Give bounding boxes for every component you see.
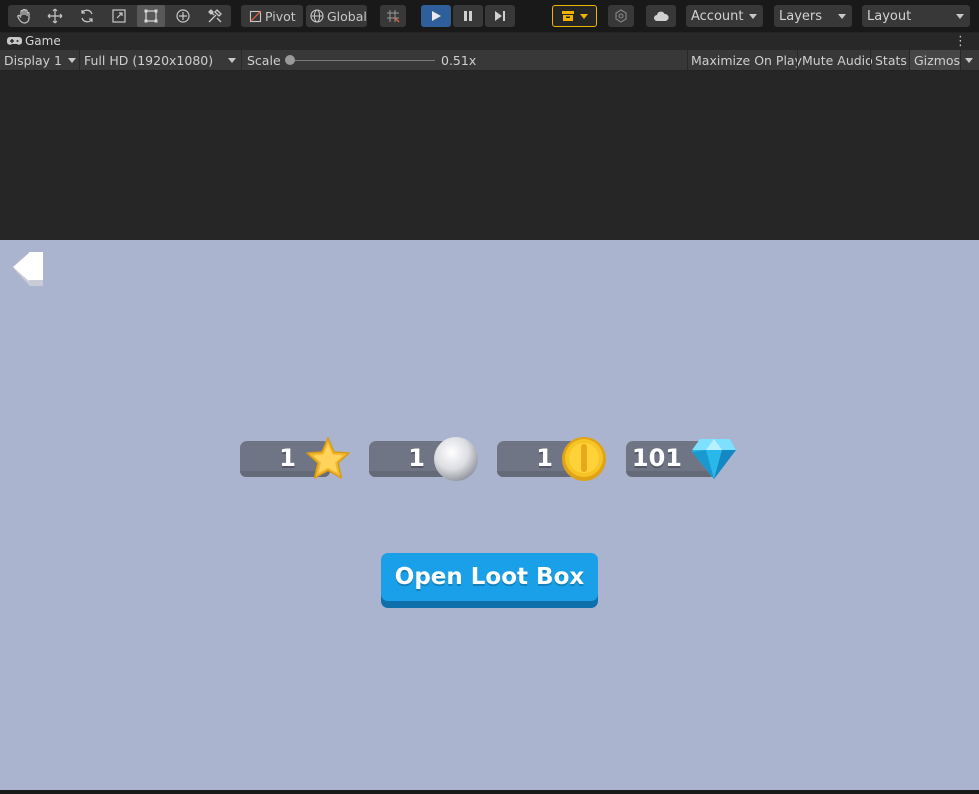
collab-caret-icon (580, 13, 588, 19)
maximize-on-play-toggle[interactable]: Maximize On Play (687, 50, 806, 70)
scale-label: Scale (247, 52, 281, 68)
back-button[interactable] (10, 248, 46, 290)
bottom-edge (0, 790, 979, 794)
play-button[interactable] (421, 5, 451, 27)
rect-tool-icon (144, 9, 158, 23)
play-icon (432, 11, 441, 21)
star-icon (306, 437, 350, 479)
gizmos-caret-icon[interactable] (965, 58, 973, 63)
services-button[interactable] (608, 5, 634, 27)
move-icon (47, 8, 63, 24)
layers-label: Layers (779, 8, 823, 24)
hand-tool-button[interactable] (10, 5, 38, 27)
rotate-icon (81, 9, 93, 23)
resolution-label: Full HD (1920x1080) (84, 52, 214, 68)
scale-slider-thumb[interactable] (285, 55, 295, 65)
display-caret-icon (68, 58, 76, 63)
step-icon (495, 11, 505, 21)
scale-icon (112, 9, 126, 23)
grid-snap-button[interactable] (380, 5, 406, 27)
game-view-controls: Display 1 Full HD (1920x1080) Scale 0.51… (0, 50, 979, 71)
account-dropdown[interactable]: Account (686, 5, 763, 27)
rect-tool-button[interactable] (137, 5, 165, 27)
global-toggle[interactable]: Global (306, 5, 367, 27)
account-caret-icon (749, 14, 757, 19)
gem-icon (692, 439, 736, 479)
transform-tool-button[interactable] (169, 5, 197, 27)
resolution-caret-icon (228, 58, 236, 63)
layout-caret-icon (956, 14, 964, 19)
layout-label: Layout (867, 8, 912, 24)
star-counter: 1 (240, 436, 352, 482)
open-loot-box-button[interactable]: Open Loot Box (381, 553, 598, 609)
collab-dropdown[interactable] (552, 5, 597, 27)
display-label: Display 1 (4, 52, 63, 68)
grid-snap-icon (387, 10, 400, 23)
pivot-icon (249, 10, 262, 23)
back-arrow-icon (13, 252, 43, 286)
layout-dropdown[interactable]: Layout (862, 5, 970, 27)
pause-icon (464, 11, 472, 21)
account-label: Account (691, 8, 744, 24)
stats-toggle[interactable]: Stats (871, 50, 911, 70)
cloud-icon (654, 11, 669, 21)
custom-tools-icon (208, 9, 222, 23)
step-button[interactable] (485, 5, 515, 27)
tab-menu-icon[interactable]: ⋮ (954, 34, 967, 49)
global-label: Global (327, 8, 367, 24)
tab-game-label: Game (25, 34, 61, 48)
pause-button[interactable] (453, 5, 483, 27)
pearl-counter: 1 (369, 436, 481, 482)
star-amount: 1 (279, 444, 296, 472)
letterbox-area (0, 71, 979, 240)
globe-icon (310, 9, 324, 23)
display-dropdown[interactable]: Display 1 (4, 50, 78, 70)
scale-value: 0.51x (441, 52, 477, 68)
transform-tools (8, 5, 231, 27)
layers-dropdown[interactable]: Layers (774, 5, 852, 27)
pivot-toggle[interactable]: Pivot (241, 5, 303, 27)
pearl-amount: 1 (408, 444, 425, 472)
tab-game[interactable]: Game (7, 34, 61, 48)
gem-counter: 101 (626, 436, 738, 482)
scale-tool-button[interactable] (105, 5, 133, 27)
gamepad-icon (7, 37, 22, 45)
rotate-tool-button[interactable] (73, 5, 101, 27)
gem-amount: 101 (631, 444, 682, 472)
pivot-label: Pivot (265, 8, 296, 24)
main-toolbar: Pivot Global Account Layers Layout (0, 0, 979, 32)
scale-slider-track[interactable] (290, 60, 435, 61)
custom-tools-button[interactable] (201, 5, 229, 27)
pearl-icon (434, 437, 478, 481)
coin-counter: 1 (497, 436, 609, 482)
coin-icon (562, 437, 606, 481)
layers-caret-icon (838, 14, 846, 19)
game-viewport: 1 1 1 101 Open Loot Box (0, 240, 979, 790)
move-tool-button[interactable] (41, 5, 69, 27)
services-icon (615, 9, 627, 23)
transform-icon (176, 9, 190, 23)
hand-icon (17, 8, 30, 24)
open-loot-box-label: Open Loot Box (394, 564, 585, 590)
gizmos-toggle[interactable]: Gizmos (910, 50, 960, 70)
resolution-dropdown[interactable]: Full HD (1920x1080) (84, 50, 239, 70)
mute-audio-toggle[interactable]: Mute Audio (798, 50, 877, 70)
game-tab-bar: Game ⋮ (0, 32, 979, 50)
cloud-button[interactable] (646, 5, 676, 27)
collab-icon (562, 11, 574, 21)
coin-amount: 1 (536, 444, 553, 472)
